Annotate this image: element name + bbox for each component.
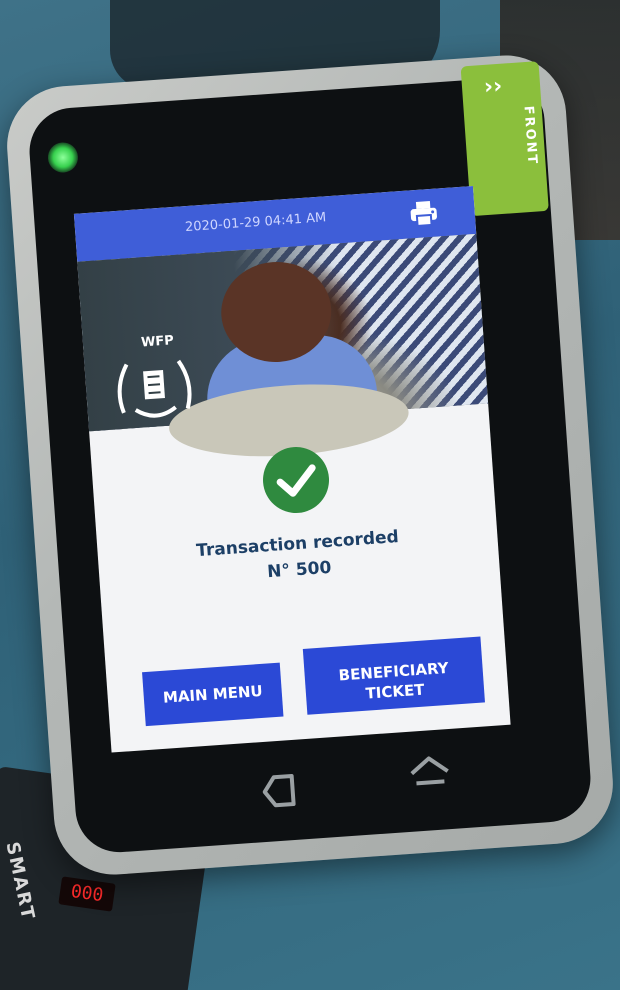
beneficiary-ticket-button[interactable]: BENEFICIARY TICKET xyxy=(302,636,485,715)
pos-terminal: ›› FRONT 2020-01-29 04:41 AM WFP Transac… xyxy=(3,51,617,879)
chevron-icon: ›› xyxy=(483,73,504,100)
front-sticker: ›› FRONT xyxy=(460,61,549,217)
device-screen: 2020-01-29 04:41 AM WFP Transaction reco… xyxy=(73,185,511,753)
sticker-label: FRONT xyxy=(520,105,540,167)
back-icon[interactable] xyxy=(259,771,301,810)
status-time: 2020-01-29 04:41 AM xyxy=(184,210,327,236)
home-icon[interactable] xyxy=(406,751,452,790)
wfp-emblem-icon: WFP xyxy=(100,323,207,430)
banner-photo: WFP xyxy=(77,233,489,464)
main-menu-button[interactable]: MAIN MENU xyxy=(142,662,284,727)
transaction-message: Transaction recorded N° 500 xyxy=(97,517,500,597)
check-icon xyxy=(260,444,332,516)
printer-icon[interactable] xyxy=(408,198,440,228)
photo-scene: SMART 000 ›› FRONT 2020-01-29 04:41 AM W… xyxy=(0,0,620,990)
status-led xyxy=(46,141,79,174)
